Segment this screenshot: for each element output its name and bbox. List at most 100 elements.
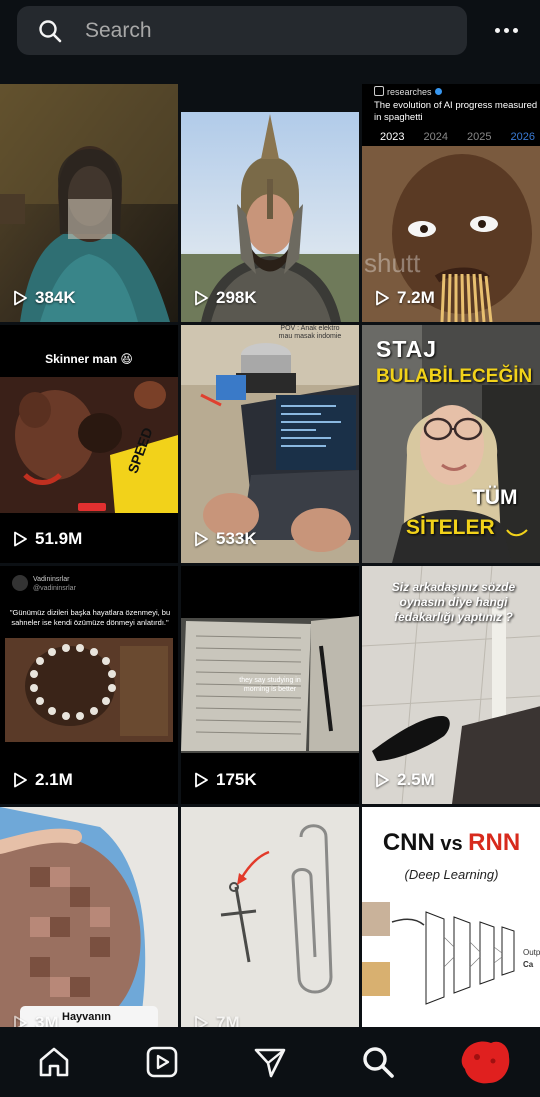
profile-avatar-icon	[461, 1041, 510, 1084]
view-count: 2.1M	[12, 770, 73, 790]
explore-grid: 384K 298K shutt researches The evolution…	[0, 84, 540, 1027]
play-icon	[14, 772, 27, 788]
tile-title: CNN vs RNN	[362, 829, 540, 857]
verified-badge-icon	[434, 88, 442, 95]
year-label: 2026	[510, 131, 535, 143]
output-label: Ca	[523, 960, 534, 969]
play-icon	[195, 290, 208, 306]
tile-title-bottom: TÜM SİTELER	[406, 483, 536, 543]
reel-tile-cnn-vs-rnn[interactable]: CNN vs RNN (Deep Learning) Outp Ca	[362, 807, 540, 1027]
tile-overlay-text: POV : Anak elektro mau masak indomie	[261, 325, 359, 341]
reel-tile-ai-spaghetti[interactable]: shutt researches The evolution of AI pro…	[362, 84, 540, 322]
top-bar	[0, 0, 540, 84]
send-icon	[254, 1048, 286, 1078]
view-count-text: 7.2M	[397, 288, 435, 307]
reel-thumbnail	[0, 566, 178, 804]
view-count: 3M	[12, 1013, 59, 1027]
play-icon	[14, 290, 27, 306]
reel-tile-studying[interactable]: they say studying in morning is better 1…	[181, 566, 359, 804]
title-cnn: CNN	[382, 829, 435, 856]
tile-account: Vadininsrlar @vadininsrlar	[33, 575, 76, 593]
year-label: 2025	[467, 131, 492, 143]
play-icon	[376, 772, 389, 788]
search-bar[interactable]	[17, 6, 467, 55]
year-label: 2024	[423, 131, 448, 143]
nav-reels[interactable]	[132, 1032, 192, 1092]
title-line: STAJ	[376, 336, 438, 362]
play-icon	[195, 772, 208, 788]
title-rnn: RNN	[468, 829, 521, 856]
tile-label: Hayvanın	[62, 1011, 111, 1023]
play-icon	[376, 290, 389, 306]
search-icon	[39, 20, 62, 43]
overlay-line: mau masak indomie	[278, 333, 342, 340]
search-icon	[363, 1047, 394, 1078]
reel-thumbnail	[181, 807, 359, 1027]
reel-tile-shoe[interactable]: Siz arkadaşınız sözde oynasın diye hangi…	[362, 566, 540, 804]
account-name: Vadininsrlar	[33, 576, 70, 583]
nav-search[interactable]	[348, 1032, 408, 1092]
title-vs: vs	[434, 833, 469, 855]
tile-output-label: Outp Ca	[523, 947, 540, 971]
view-count-text: 7M	[216, 1013, 240, 1027]
reel-tile-skinner-man[interactable]: SPEED Skinner man 😆 51.9M	[0, 325, 178, 563]
reel-tile-veiled-woman[interactable]: 384K	[0, 84, 178, 322]
reel-tile-vadininsrlar[interactable]: Vadininsrlar @vadininsrlar "Günümüz dizi…	[0, 566, 178, 804]
output-label: Outp	[523, 948, 540, 957]
reel-thumbnail	[0, 807, 178, 1027]
title-line: BULABİLECEĞİN	[376, 366, 533, 387]
play-icon	[195, 1015, 208, 1027]
tile-title: STAJ BULABİLECEĞİN	[376, 335, 532, 391]
play-icon	[14, 531, 27, 547]
view-count-text: 175K	[216, 770, 257, 789]
nav-messages[interactable]	[240, 1032, 300, 1092]
view-count-text: 51.9M	[35, 529, 83, 548]
tile-question: Siz arkadaşınız sözde oynasın diye hangi…	[391, 580, 516, 624]
tile-headline: The evolution of AI progress measured in…	[374, 100, 538, 123]
view-count: 2.5M	[374, 770, 435, 790]
reel-thumbnail	[181, 84, 359, 322]
stock-watermark: shutt	[364, 248, 421, 278]
overlay-line: POV : Anak elektro	[280, 325, 340, 332]
year-label: 2023	[380, 131, 405, 143]
view-count: 175K	[193, 770, 257, 790]
tile-caption: Skinner man 😆	[45, 352, 133, 366]
tile-quote: "Günümüz dizileri başka hayatlara özenme…	[9, 608, 171, 627]
view-count-text: 2.5M	[397, 770, 435, 789]
bottom-navigation	[0, 1027, 540, 1097]
reel-tile-hayvanin[interactable]: Hayvanın 3M	[0, 807, 178, 1027]
play-icon	[14, 1015, 27, 1027]
play-icon	[195, 531, 208, 547]
reel-tile-staj-siteler[interactable]: STAJ BULABİLECEĞİN TÜM SİTELER	[362, 325, 540, 563]
account-name: researches	[387, 87, 432, 97]
more-options-icon[interactable]	[486, 14, 526, 46]
title-line: SİTELER	[406, 516, 495, 539]
tile-subtitle: (Deep Learning)	[404, 867, 499, 882]
nav-home[interactable]	[24, 1032, 84, 1092]
home-icon	[39, 1047, 69, 1077]
view-count-text: 533K	[216, 529, 257, 548]
view-count-text: 384K	[35, 288, 76, 307]
year-timeline: 2023 2024 2025 2026	[380, 131, 535, 143]
view-count: 298K	[193, 288, 257, 308]
view-count-text: 298K	[216, 288, 257, 307]
reels-icon	[146, 1046, 178, 1078]
view-count: 7.2M	[374, 288, 435, 308]
view-count-text: 2.1M	[35, 770, 73, 789]
title-line: TÜM	[472, 486, 518, 509]
reel-thumbnail	[181, 325, 359, 563]
reel-thumbnail	[0, 84, 178, 322]
view-count: 533K	[193, 529, 257, 549]
view-count: 51.9M	[12, 529, 82, 549]
view-count: 384K	[12, 288, 76, 308]
account-icon	[374, 86, 384, 96]
reel-tile-warrior[interactable]: 298K	[181, 84, 359, 322]
view-count: 7M	[193, 1013, 240, 1027]
nav-profile[interactable]	[456, 1032, 516, 1092]
search-input[interactable]	[83, 6, 445, 55]
view-count-text: 3M	[35, 1013, 59, 1027]
reel-tile-paperclip[interactable]: 7M	[181, 807, 359, 1027]
tile-overlay-text: they say studying in morning is better	[239, 677, 301, 693]
tile-account: researches	[374, 86, 442, 97]
reel-tile-electro-cooking[interactable]: POV : Anak elektro mau masak indomie 533…	[181, 325, 359, 563]
